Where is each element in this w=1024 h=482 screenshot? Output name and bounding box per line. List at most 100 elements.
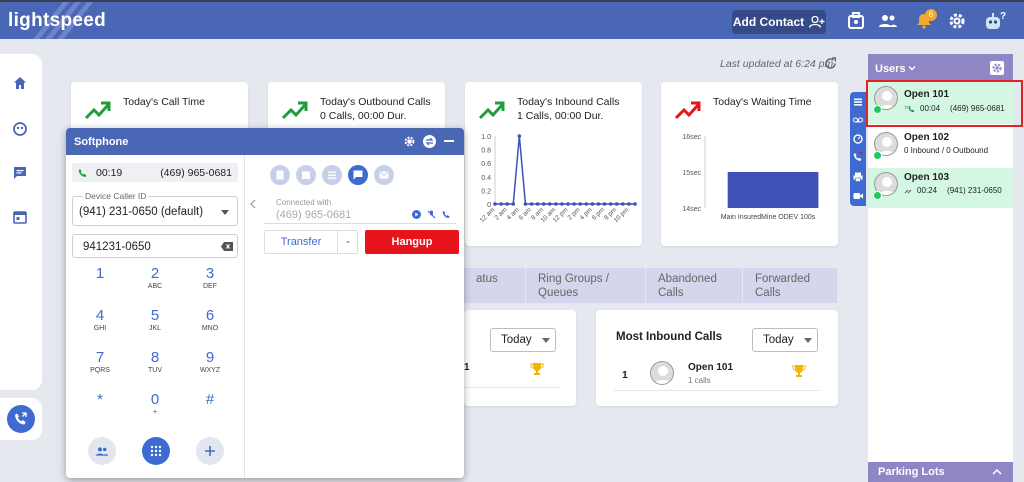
key-digit: 9 [205,349,215,366]
data-point [493,202,497,206]
key-digit: * [97,391,103,408]
active-call-row[interactable]: 00:19 (469) 965-0681 [72,163,238,182]
phone-call-button[interactable] [7,405,35,433]
record-icon[interactable] [412,210,421,219]
key-digit: 8 [150,349,160,366]
group-icon[interactable] [878,11,898,31]
home-icon[interactable] [13,76,27,90]
softphone-toggle[interactable] [0,398,42,440]
phone-transfer-icon[interactable] [853,152,863,162]
x-tick-label: 6 am [518,206,533,221]
minimize-icon[interactable] [444,140,454,143]
printer-icon[interactable] [853,172,863,182]
keypad-key[interactable]: 1 [80,266,120,282]
keypad-key[interactable]: 4 GHI [80,308,120,333]
keypad-key[interactable]: 5 JKL [135,308,175,333]
user-tools-strip [850,92,866,206]
key-letters: JKL [148,325,162,332]
trophy-icon [792,365,806,377]
gear-icon[interactable] [947,11,967,31]
group-icon [95,446,109,456]
refresh-icon[interactable] [824,57,837,70]
period-dropdown[interactable]: Today [490,328,556,352]
message-button[interactable] [348,165,368,185]
keypad-key[interactable]: 2 ABC [135,266,175,291]
data-point [523,202,528,206]
panel-title: Most Inbound Calls [616,331,723,343]
keypad-key[interactable]: 8 TUV [135,350,175,375]
transfer-button[interactable]: Transfer [265,231,337,253]
keypad-key[interactable]: 6 MNO [190,308,230,333]
keypad-key[interactable]: 3 DEF [190,266,230,291]
user-row-open-103[interactable]: Open 103 00:24 (941) 231-0650 [868,168,1013,208]
app-logo[interactable]: lightspeed [8,10,106,32]
keypad-key[interactable]: # [190,392,230,408]
inbound-calls-chart: 1.00.80.60.40.2012 am2 am4 am6 am8 am10 … [479,134,637,224]
y-tick-label: 16sec [682,134,701,141]
parking-lots-header[interactable]: Parking Lots [868,462,1013,482]
keypad-key[interactable]: 7 PQRS [80,350,120,375]
waiting-time-card: Today's Waiting Time 16sec 15sec 14sec Main… [661,82,838,246]
user-settings-button[interactable] [990,61,1004,75]
bot-avatar-icon[interactable]: ? [983,9,1007,33]
chat-icon[interactable] [13,166,27,180]
trend-up-icon [84,101,111,120]
user-row-open-102[interactable]: Open 102 0 Inbound / 0 Outbound [868,128,1013,166]
list-icon[interactable] [854,98,862,106]
add-contact-button[interactable]: Add Contact [732,10,826,34]
schedule-button[interactable] [296,165,316,185]
data-point [566,202,570,206]
key-digit: 7 [95,349,105,366]
note-button[interactable] [270,165,290,185]
x-category-label: Main InsuredMine ODEV 100s [721,214,816,221]
collapse-chevron-icon[interactable] [248,195,258,213]
key-digit: # [205,391,215,408]
tab-status[interactable]: atus [464,268,526,303]
key-letters: ABC [147,283,163,290]
period-dropdown[interactable]: Today [752,328,818,352]
mute-icon[interactable] [427,210,436,219]
calendar-icon[interactable] [13,210,27,224]
voicemail-icon[interactable] [853,116,863,124]
key-digit: 1 [95,265,105,282]
tab-ring-groups[interactable]: Ring Groups / Queues [526,268,646,303]
key-digit: 4 [95,307,105,324]
dashboard-icon[interactable] [13,122,27,136]
x-tick-label: 2 am [493,206,508,221]
softphone-window: Softphone 00:19 (469) 965-0681 Device Ca… [66,128,464,478]
key-digit: 3 [205,265,215,282]
briefcase-icon[interactable] [846,11,866,31]
y-tick-label: 0.2 [481,188,491,195]
keypad-key[interactable]: * [80,392,120,408]
data-point [614,202,619,206]
keypad-key[interactable]: 0 + [135,392,175,417]
gear-icon [992,63,1002,73]
card-title: Today's Call Time [123,96,205,108]
video-icon[interactable] [853,192,863,200]
list-button[interactable] [322,165,342,185]
data-point [596,202,601,206]
add-call-button[interactable] [196,437,224,465]
email-button[interactable] [374,165,394,185]
speed-icon[interactable] [853,134,863,144]
y-tick-label: 15sec [682,170,701,177]
tab-forwarded-calls[interactable]: Forwarded Calls [743,268,838,303]
gear-icon[interactable] [403,135,416,148]
keypad-button[interactable] [142,437,170,465]
transfer-options-button[interactable]: - [337,231,358,253]
backspace-icon[interactable] [221,242,233,251]
tab-abandoned-calls[interactable]: Abandoned Calls [646,268,743,303]
contacts-button[interactable] [88,437,116,465]
data-point [560,202,564,206]
caller-id-select[interactable]: Device Caller ID (941) 231-0650 (default… [72,191,238,226]
phone-forward-icon[interactable] [442,210,451,219]
keypad-key[interactable]: 9 WXYZ [190,350,230,375]
key-letters: TUV [148,367,162,374]
hangup-button[interactable]: Hangup [365,230,459,254]
mail-icon [379,171,389,179]
swap-icon[interactable] [423,135,436,148]
chevron-down-icon[interactable] [908,66,916,71]
dial-number-input[interactable]: 941231-0650 [72,234,238,258]
online-status-dot [873,191,882,200]
data-point [578,202,583,206]
